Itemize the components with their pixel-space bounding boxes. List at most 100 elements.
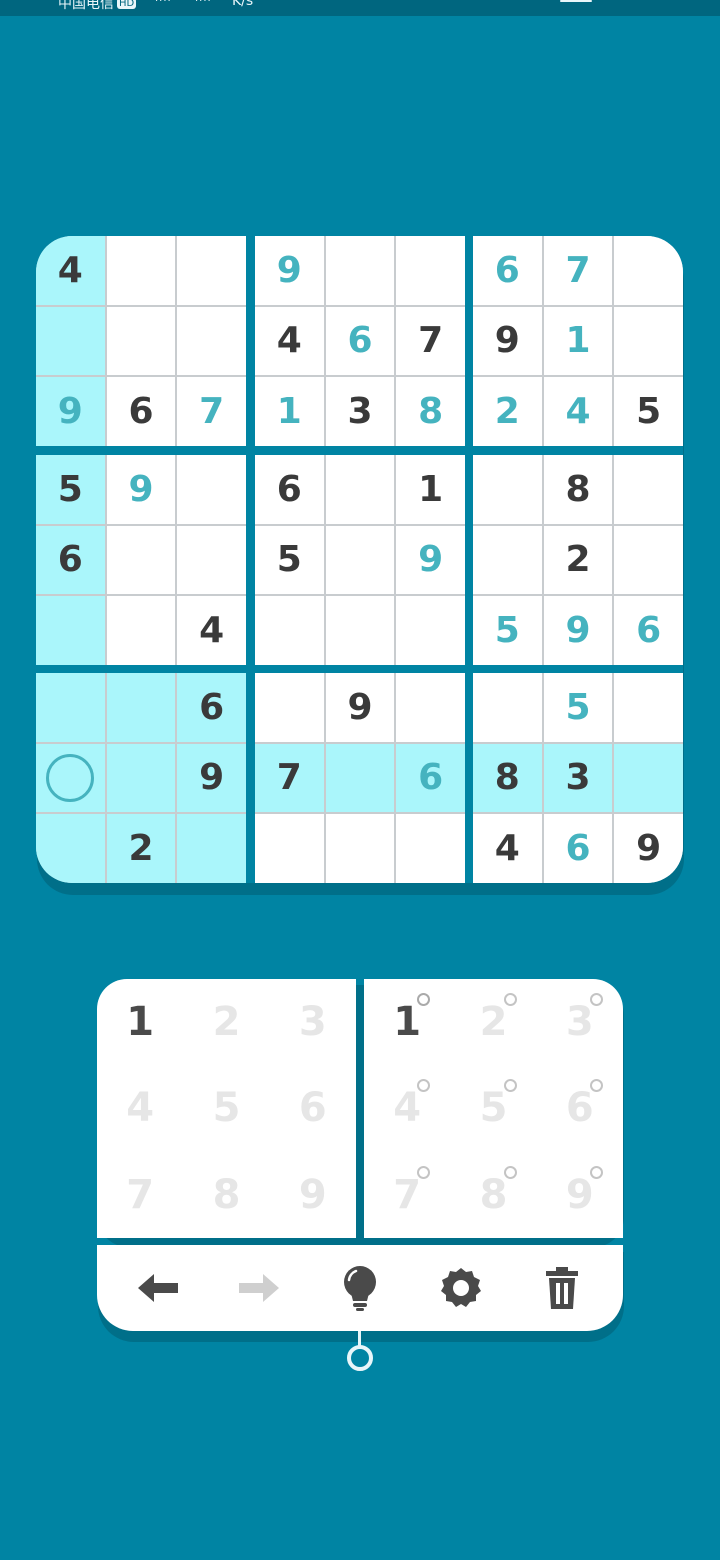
sudoku-cell-r1c5[interactable]: [325, 236, 395, 305]
hint-button[interactable]: [330, 1258, 390, 1318]
sudoku-cell-r8c7[interactable]: 8: [473, 743, 542, 813]
sudoku-cell-r5c6[interactable]: 9: [396, 525, 465, 595]
sudoku-cell-r7c5[interactable]: 9: [325, 673, 395, 742]
sudoku-cell-r8c6[interactable]: 6: [396, 743, 465, 813]
sudoku-cell-r3c3[interactable]: 7: [177, 377, 246, 446]
sudoku-cell-r9c4[interactable]: [255, 814, 324, 883]
number-key-8[interactable]: 8: [183, 1152, 269, 1238]
sudoku-cell-r4c3[interactable]: [177, 455, 246, 524]
sudoku-cell-r8c3[interactable]: 9: [177, 743, 246, 813]
sudoku-cell-r1c2[interactable]: [106, 236, 176, 305]
sudoku-cell-r8c2[interactable]: [106, 743, 176, 813]
sudoku-cell-r5c1[interactable]: 6: [36, 525, 105, 595]
sudoku-cell-r7c7[interactable]: [473, 673, 542, 742]
erase-button[interactable]: [532, 1258, 592, 1318]
sudoku-cell-r2c5[interactable]: 6: [325, 306, 395, 376]
note-key-5[interactable]: 5: [450, 1065, 536, 1151]
note-key-9[interactable]: 9: [537, 1152, 623, 1238]
sudoku-cell-r1c6[interactable]: [396, 236, 465, 305]
number-key-1[interactable]: 1: [97, 979, 183, 1065]
sudoku-cell-r1c8[interactable]: 7: [543, 236, 613, 305]
number-key-5[interactable]: 5: [183, 1065, 269, 1151]
sudoku-cell-r5c9[interactable]: [614, 525, 683, 595]
sudoku-cell-r1c3[interactable]: [177, 236, 246, 305]
sudoku-cell-r2c4[interactable]: 4: [255, 306, 324, 376]
sudoku-cell-r4c9[interactable]: [614, 455, 683, 524]
note-key-1[interactable]: 1: [364, 979, 450, 1065]
sudoku-cell-r9c5[interactable]: [325, 814, 395, 883]
drag-handle[interactable]: [347, 1345, 373, 1371]
sudoku-cell-r5c8[interactable]: 2: [543, 525, 613, 595]
sudoku-cell-r9c8[interactable]: 6: [543, 814, 613, 883]
sudoku-cell-r1c1[interactable]: 4: [36, 236, 105, 305]
sudoku-cell-r9c6[interactable]: [396, 814, 465, 883]
sudoku-cell-r3c4[interactable]: 1: [255, 377, 324, 446]
sudoku-cell-r5c7[interactable]: [473, 525, 542, 595]
sudoku-cell-r5c5[interactable]: [325, 525, 395, 595]
sudoku-cell-r7c6[interactable]: [396, 673, 465, 742]
sudoku-cell-r4c4[interactable]: 6: [255, 455, 324, 524]
number-key-2[interactable]: 2: [183, 979, 269, 1065]
sudoku-cell-r6c5[interactable]: [325, 596, 395, 665]
sudoku-cell-r3c8[interactable]: 4: [543, 377, 613, 446]
sudoku-cell-r4c7[interactable]: [473, 455, 542, 524]
sudoku-cell-r2c2[interactable]: [106, 306, 176, 376]
sudoku-cell-r4c5[interactable]: [325, 455, 395, 524]
sudoku-cell-r7c9[interactable]: [614, 673, 683, 742]
sudoku-cell-r8c5[interactable]: [325, 743, 395, 813]
number-key-4[interactable]: 4: [97, 1065, 183, 1151]
number-key-6[interactable]: 6: [270, 1065, 356, 1151]
sudoku-cell-r6c9[interactable]: 6: [614, 596, 683, 665]
note-key-2[interactable]: 2: [450, 979, 536, 1065]
sudoku-cell-r8c1[interactable]: [36, 743, 105, 813]
sudoku-cell-r6c8[interactable]: 9: [543, 596, 613, 665]
number-key-7[interactable]: 7: [97, 1152, 183, 1238]
sudoku-cell-r8c4[interactable]: 7: [255, 743, 324, 813]
sudoku-cell-r3c5[interactable]: 3: [325, 377, 395, 446]
sudoku-cell-r7c8[interactable]: 5: [543, 673, 613, 742]
sudoku-cell-r4c2[interactable]: 9: [106, 455, 176, 524]
settings-button[interactable]: [431, 1258, 491, 1318]
note-key-8[interactable]: 8: [450, 1152, 536, 1238]
sudoku-cell-r6c6[interactable]: [396, 596, 465, 665]
note-key-7[interactable]: 7: [364, 1152, 450, 1238]
note-key-3[interactable]: 3: [537, 979, 623, 1065]
undo-button[interactable]: [128, 1258, 188, 1318]
sudoku-cell-r9c1[interactable]: [36, 814, 105, 883]
sudoku-cell-r7c1[interactable]: [36, 673, 105, 742]
sudoku-cell-r7c4[interactable]: [255, 673, 324, 742]
sudoku-cell-r3c9[interactable]: 5: [614, 377, 683, 446]
sudoku-cell-r6c1[interactable]: [36, 596, 105, 665]
sudoku-cell-r9c7[interactable]: 4: [473, 814, 542, 883]
sudoku-cell-r1c7[interactable]: 6: [473, 236, 542, 305]
sudoku-cell-r2c9[interactable]: [614, 306, 683, 376]
sudoku-cell-r3c6[interactable]: 8: [396, 377, 465, 446]
sudoku-cell-r6c3[interactable]: 4: [177, 596, 246, 665]
sudoku-cell-r6c4[interactable]: [255, 596, 324, 665]
sudoku-cell-r9c3[interactable]: [177, 814, 246, 883]
sudoku-cell-r4c6[interactable]: 1: [396, 455, 465, 524]
sudoku-cell-r1c9[interactable]: [614, 236, 683, 305]
sudoku-cell-r1c4[interactable]: 9: [255, 236, 324, 305]
sudoku-cell-r8c8[interactable]: 3: [543, 743, 613, 813]
sudoku-cell-r2c3[interactable]: [177, 306, 246, 376]
sudoku-cell-r2c1[interactable]: [36, 306, 105, 376]
sudoku-cell-r6c7[interactable]: 5: [473, 596, 542, 665]
sudoku-cell-r2c8[interactable]: 1: [543, 306, 613, 376]
sudoku-cell-r3c2[interactable]: 6: [106, 377, 176, 446]
sudoku-cell-r7c3[interactable]: 6: [177, 673, 246, 742]
sudoku-cell-r4c8[interactable]: 8: [543, 455, 613, 524]
sudoku-cell-r9c9[interactable]: 9: [614, 814, 683, 883]
sudoku-cell-r7c2[interactable]: [106, 673, 176, 742]
note-key-6[interactable]: 6: [537, 1065, 623, 1151]
sudoku-cell-r6c2[interactable]: [106, 596, 176, 665]
sudoku-cell-r4c1[interactable]: 5: [36, 455, 105, 524]
redo-button[interactable]: [229, 1258, 289, 1318]
sudoku-cell-r3c1[interactable]: 9: [36, 377, 105, 446]
sudoku-cell-r3c7[interactable]: 2: [473, 377, 542, 446]
note-key-4[interactable]: 4: [364, 1065, 450, 1151]
sudoku-cell-r5c4[interactable]: 5: [255, 525, 324, 595]
sudoku-cell-r2c6[interactable]: 7: [396, 306, 465, 376]
sudoku-cell-r2c7[interactable]: 9: [473, 306, 542, 376]
number-key-3[interactable]: 3: [270, 979, 356, 1065]
